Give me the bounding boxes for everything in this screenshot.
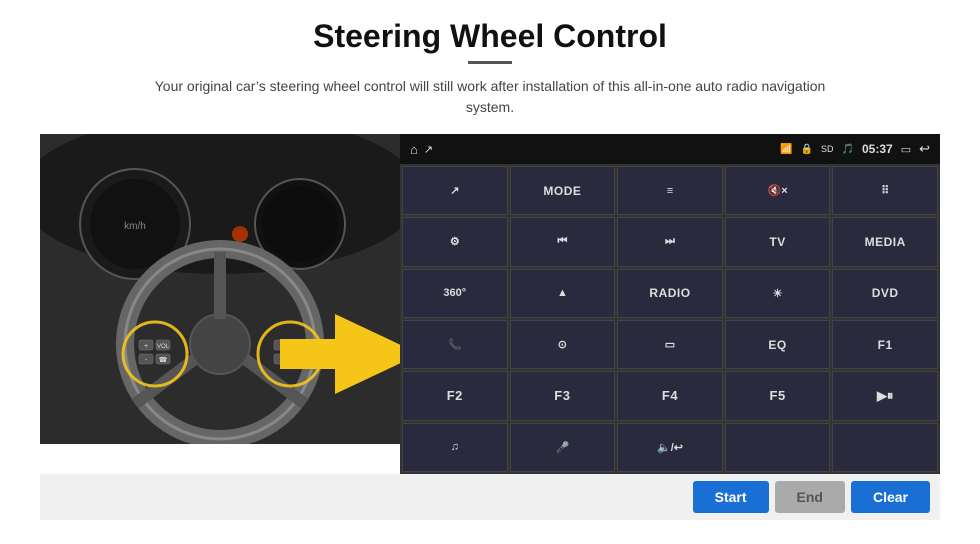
start-button[interactable]: Start xyxy=(693,481,769,513)
page-title: Steering Wheel Control xyxy=(313,18,667,55)
grid-button[interactable]: MODE xyxy=(510,166,616,215)
grid-button[interactable]: 📞 xyxy=(402,320,508,369)
grid-button[interactable]: MEDIA xyxy=(832,217,938,266)
clear-button[interactable]: Clear xyxy=(851,481,930,513)
grid-button[interactable]: ↗ xyxy=(402,166,508,215)
grid-button[interactable] xyxy=(725,423,831,472)
grid-button[interactable]: TV xyxy=(725,217,831,266)
grid-button[interactable]: F2 xyxy=(402,371,508,420)
status-bar-left: ⌂ ↗ xyxy=(410,142,433,157)
grid-button[interactable]: ⏭ xyxy=(617,217,723,266)
bt-icon: 🎵 xyxy=(842,144,854,155)
grid-button[interactable]: F1 xyxy=(832,320,938,369)
car-image: km/h xyxy=(40,134,400,444)
nav-icon[interactable]: ↗ xyxy=(424,143,433,156)
sd-icon: SD xyxy=(821,144,834,154)
home-icon[interactable]: ⌂ xyxy=(410,142,418,157)
svg-text:+: + xyxy=(144,343,148,350)
grid-button[interactable]: ▶⏸ xyxy=(832,371,938,420)
button-grid: ↗MODE≡🔇×⠿ ⚙⏮⏭TVMEDIA 360°▲RADIO☀DVD 📞⊙▭EQF1… xyxy=(400,164,940,474)
grid-button[interactable]: F4 xyxy=(617,371,723,420)
action-strip: Start End Clear xyxy=(40,474,940,520)
lock-icon: 🔒 xyxy=(801,144,813,155)
status-bar-right: 📶 🔒 SD 🎵 05:37 ▭ ↩ xyxy=(780,141,930,157)
svg-text:km/h: km/h xyxy=(124,221,146,232)
grid-button[interactable]: RADIO xyxy=(617,269,723,318)
title-divider xyxy=(468,61,512,64)
back-icon[interactable]: ↩ xyxy=(919,141,930,157)
grid-button[interactable]: 360° xyxy=(402,269,508,318)
time-display: 05:37 xyxy=(862,142,893,156)
grid-button[interactable]: 🔈/↩ xyxy=(617,423,723,472)
cast-icon: ▭ xyxy=(901,143,911,156)
grid-button[interactable]: ⏮ xyxy=(510,217,616,266)
grid-button[interactable]: ▭ xyxy=(617,320,723,369)
svg-text:VOL: VOL xyxy=(157,344,170,350)
grid-button[interactable] xyxy=(832,423,938,472)
control-panel: ⌂ ↗ 📶 🔒 SD 🎵 05:37 ▭ ↩ ↗MODE≡🔇×⠿⚙⏮⏭TVMED… xyxy=(400,134,940,474)
grid-button[interactable]: ⠿ xyxy=(832,166,938,215)
grid-button[interactable]: DVD xyxy=(832,269,938,318)
grid-button[interactable]: 🎤 xyxy=(510,423,616,472)
grid-button[interactable]: ≡ xyxy=(617,166,723,215)
grid-button[interactable]: ▲ xyxy=(510,269,616,318)
grid-button[interactable]: ⚙ xyxy=(402,217,508,266)
grid-button[interactable]: EQ xyxy=(725,320,831,369)
end-button[interactable]: End xyxy=(775,481,845,513)
grid-button[interactable]: F3 xyxy=(510,371,616,420)
page-subtitle: Your original car’s steering wheel contr… xyxy=(150,76,830,118)
main-content: km/h xyxy=(40,134,940,474)
grid-button[interactable]: ⊙ xyxy=(510,320,616,369)
wifi-icon: 📶 xyxy=(780,144,792,155)
grid-button[interactable]: F5 xyxy=(725,371,831,420)
page-container: Steering Wheel Control Your original car… xyxy=(0,0,980,544)
status-bar: ⌂ ↗ 📶 🔒 SD 🎵 05:37 ▭ ↩ xyxy=(400,134,940,164)
grid-button[interactable]: ♫ xyxy=(402,423,508,472)
grid-button[interactable]: ☀ xyxy=(725,269,831,318)
grid-button[interactable]: 🔇× xyxy=(725,166,831,215)
svg-text:☎: ☎ xyxy=(159,356,168,364)
